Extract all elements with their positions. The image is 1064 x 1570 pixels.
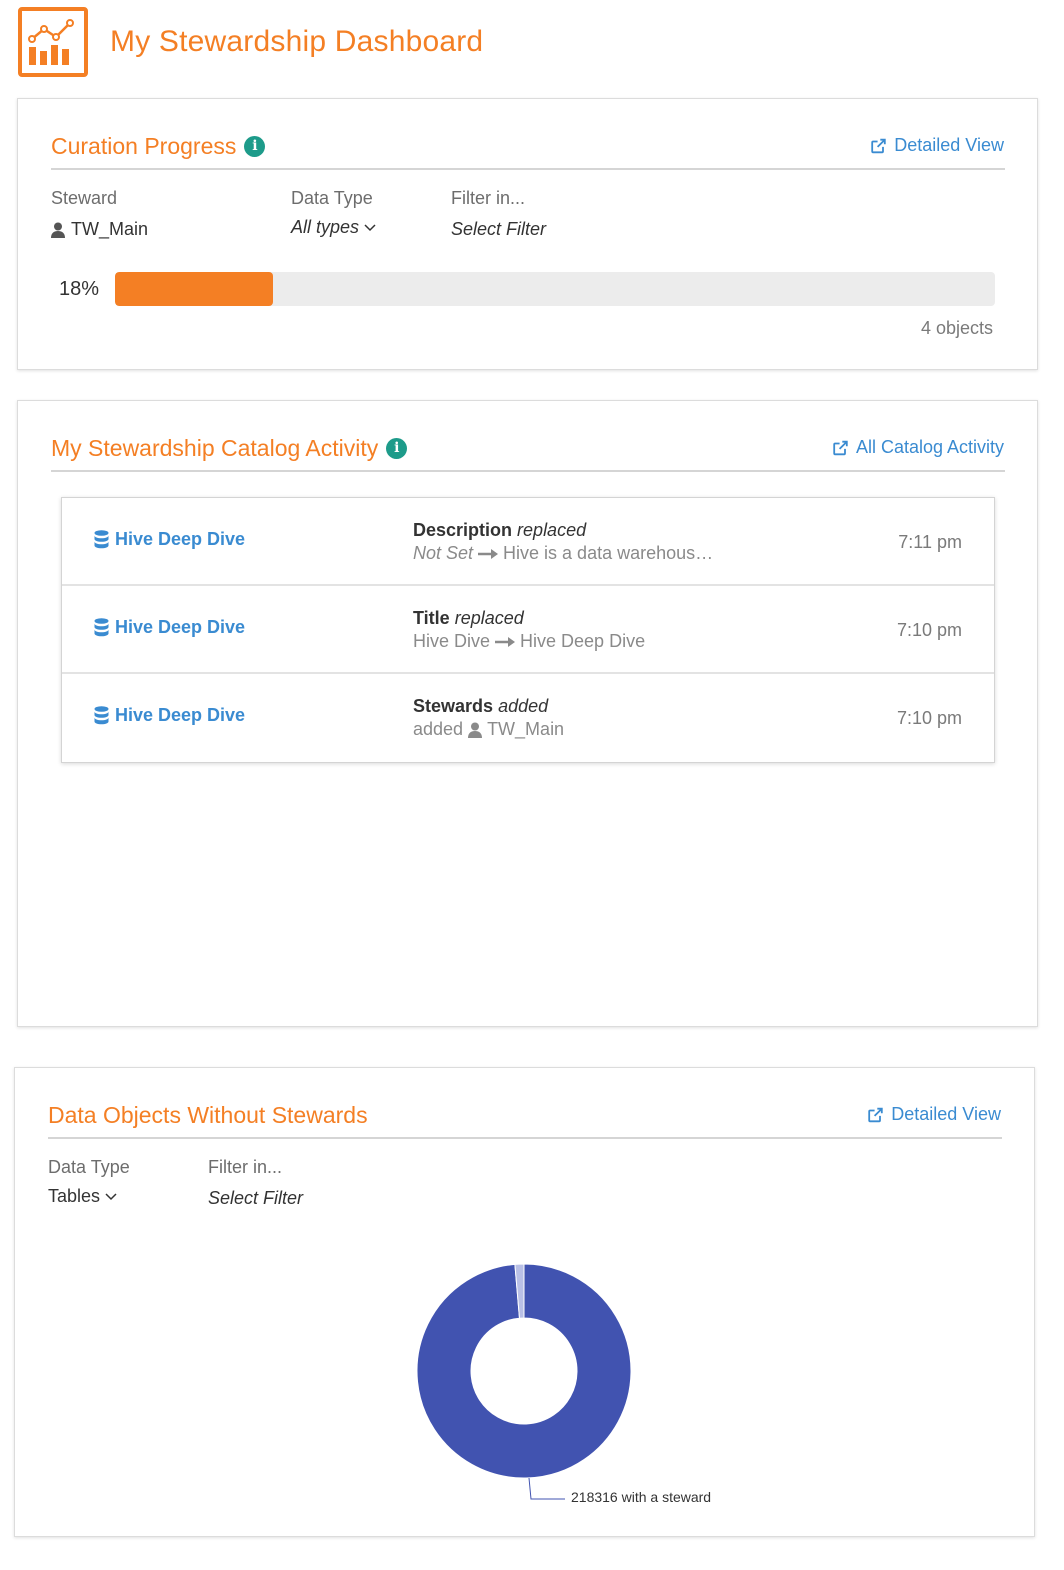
- arrow-right-icon: [478, 548, 499, 559]
- data-type-value: All types: [291, 217, 360, 237]
- external-link-icon: [871, 138, 886, 153]
- object-name: Hive Deep Dive: [115, 705, 246, 725]
- curation-progress-card: Curation Progress i Detailed View Stewar…: [17, 98, 1038, 370]
- chevron-down-icon: [105, 1192, 117, 1200]
- no-stewards-card: Data Objects Without Stewards Detailed V…: [14, 1067, 1035, 1537]
- external-link-icon: [868, 1107, 883, 1122]
- detailed-view-link[interactable]: Detailed View: [869, 135, 1004, 156]
- activity-object-link[interactable]: Hive Deep Dive: [94, 617, 245, 638]
- external-link-icon: [833, 440, 848, 455]
- activity-detail: Hive Dive Hive Deep Dive: [413, 631, 645, 652]
- data-type-value: Tables: [48, 1186, 101, 1206]
- divider: [51, 168, 1005, 170]
- old-value: Hive Dive: [413, 631, 491, 651]
- detailed-view-link[interactable]: Detailed View: [866, 1104, 1001, 1125]
- arrow-right-icon: [495, 636, 516, 647]
- all-catalog-activity-link[interactable]: All Catalog Activity: [831, 437, 1004, 458]
- activity-time: 7:10 pm: [896, 620, 962, 640]
- data-type-label: Data Type: [48, 1157, 130, 1177]
- data-type-label: Data Type: [291, 188, 373, 208]
- data-type-dropdown[interactable]: Tables: [48, 1186, 117, 1207]
- database-icon: [94, 530, 109, 549]
- steward-name: TW_Main: [71, 219, 149, 239]
- activity-change: Stewards added: [413, 696, 548, 717]
- added-prefix: added: [413, 719, 464, 739]
- new-value: Hive Deep Dive: [520, 631, 646, 651]
- filter-label: Filter in...: [208, 1157, 283, 1177]
- old-value: Not Set: [413, 543, 474, 563]
- detailed-view-label: Detailed View: [891, 1104, 1001, 1124]
- change-action: replaced: [454, 608, 524, 628]
- detailed-view-label: Detailed View: [894, 135, 1004, 155]
- bar-chart-icon: [18, 7, 88, 77]
- curation-title-text: Curation Progress: [51, 133, 237, 159]
- change-field: Title: [413, 608, 450, 628]
- list-item: Hive Deep Dive Description replaced Not …: [62, 498, 994, 586]
- curation-progress-title: Curation Progress i: [51, 133, 266, 160]
- donut-annotation: 218316 with a steward: [571, 1489, 712, 1505]
- progress-fill: [115, 272, 274, 306]
- activity-list: Hive Deep Dive Description replaced Not …: [61, 497, 995, 763]
- object-name: Hive Deep Dive: [115, 617, 246, 637]
- list-item: Hive Deep Dive Stewards added added TW_M…: [62, 674, 994, 762]
- change-action: added: [498, 696, 549, 716]
- catalog-activity-title: My Stewardship Catalog Activity i: [51, 435, 408, 462]
- activity-time: 7:11 pm: [898, 532, 962, 552]
- change-action: replaced: [517, 520, 587, 540]
- steward-label: Steward: [51, 188, 118, 208]
- progress-bar: [115, 272, 995, 306]
- activity-object-link[interactable]: Hive Deep Dive: [94, 529, 245, 550]
- activity-change: Description replaced: [413, 520, 586, 541]
- change-field: Description: [413, 520, 513, 540]
- info-icon[interactable]: i: [386, 438, 408, 459]
- progress-percent: 18%: [59, 278, 100, 300]
- steward-value: TW_Main: [51, 219, 148, 240]
- divider: [48, 1137, 1002, 1139]
- data-type-dropdown[interactable]: All types: [291, 217, 376, 238]
- new-value: Hive is a data warehous…: [503, 543, 714, 563]
- database-icon: [94, 618, 109, 637]
- filter-label: Filter in...: [451, 188, 526, 208]
- objects-count: 4 objects: [920, 318, 993, 338]
- user-icon: [468, 722, 483, 738]
- activity-title-text: My Stewardship Catalog Activity: [51, 435, 379, 461]
- change-field: Stewards: [413, 696, 494, 716]
- activity-object-link[interactable]: Hive Deep Dive: [94, 705, 245, 726]
- activity-detail: added TW_Main: [413, 719, 564, 740]
- select-filter[interactable]: Select Filter: [451, 219, 546, 240]
- select-filter[interactable]: Select Filter: [208, 1188, 303, 1209]
- no-stewards-title: Data Objects Without Stewards: [48, 1102, 368, 1129]
- database-icon: [94, 706, 109, 725]
- user-icon: [51, 222, 65, 238]
- all-catalog-activity-label: All Catalog Activity: [855, 437, 1004, 457]
- no-stewards-title-text: Data Objects Without Stewards: [48, 1102, 368, 1128]
- object-name: Hive Deep Dive: [115, 529, 246, 549]
- chevron-down-icon: [364, 223, 376, 231]
- page-title: My Stewardship Dashboard: [110, 25, 484, 58]
- added-user: TW_Main: [487, 719, 565, 739]
- activity-detail: Not Set Hive is a data warehous…: [413, 543, 713, 564]
- activity-time: 7:10 pm: [896, 708, 962, 728]
- divider: [51, 470, 1005, 472]
- page-header: My Stewardship Dashboard: [18, 7, 483, 77]
- info-icon[interactable]: i: [244, 136, 266, 157]
- list-item: Hive Deep Dive Title replaced Hive Dive …: [62, 586, 994, 674]
- activity-change: Title replaced: [413, 608, 524, 629]
